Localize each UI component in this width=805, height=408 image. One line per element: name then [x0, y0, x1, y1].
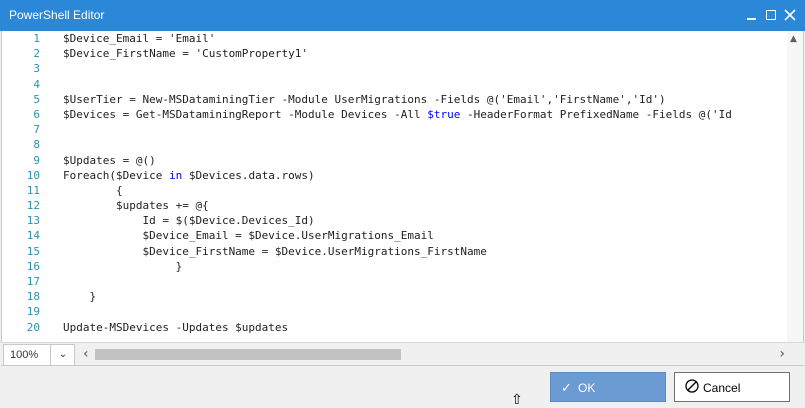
code-line: $Device_Email = $Device.UserMigrations_E…: [63, 229, 434, 243]
code-line: $Updates = @(): [63, 153, 156, 167]
code-line: Id = $($Device.Devices_Id): [63, 214, 315, 228]
mouse-cursor-icon: ⇧: [511, 392, 523, 408]
maximize-button[interactable]: [765, 6, 779, 24]
scroll-up-icon[interactable]: ▲: [790, 34, 797, 44]
code-line: $Device_FirstName = $Device.UserMigratio…: [63, 244, 487, 258]
scroll-left-icon[interactable]: ‹: [83, 346, 89, 363]
code-line: $updates += @{: [63, 199, 209, 213]
line-number: 17: [26, 275, 40, 288]
code-line: Update-MSDevices -Updates $updates: [63, 320, 289, 334]
maximize-icon: [766, 10, 776, 20]
line-number: 2: [33, 47, 40, 61]
line-number: 7: [33, 123, 40, 137]
ok-button[interactable]: ✓ OK: [550, 372, 666, 402]
line-number: 4: [33, 77, 40, 91]
minimize-button[interactable]: [745, 6, 759, 24]
scroll-right-icon[interactable]: ›: [779, 346, 785, 363]
minimize-icon: [747, 18, 756, 20]
code-line: }: [63, 259, 183, 273]
code-area[interactable]: $Device_Email = 'Email' $Device_FirstName…: [63, 31, 791, 342]
chevron-down-icon[interactable]: ⌄: [50, 345, 75, 365]
code-line: $Device_Email = 'Email': [63, 32, 216, 45]
cancel-button[interactable]: Cancel: [674, 372, 790, 402]
zoom-select[interactable]: 100% ⌄: [3, 344, 75, 366]
vertical-scrollbar[interactable]: ▲: [787, 31, 803, 342]
ok-button-label: OK: [578, 381, 596, 395]
line-number: 18: [26, 290, 40, 304]
editor-statusbar: 100% ⌄ ‹ ›: [1, 342, 804, 366]
horizontal-scroll-thumb[interactable]: [95, 349, 401, 360]
zoom-value: 100%: [10, 349, 39, 361]
check-icon: ✓: [561, 380, 572, 395]
code-line: $Device_FirstName = 'CustomProperty1': [63, 47, 309, 61]
cancel-button-label: Cancel: [703, 381, 741, 395]
code-editor[interactable]: 1 2 3 4 5 6 7 8 9 10 11 12 13 14 15 16 17 18 19 20 $Device_…: [1, 31, 804, 342]
code-line: }: [63, 290, 97, 304]
dialog-footer: ✓ OK Cancel: [0, 366, 805, 408]
line-number: 10: [26, 168, 40, 182]
line-number: 8: [33, 138, 40, 152]
line-number-gutter: 1 2 3 4 5 6 7 8 9 10 11 12 13 14 15 16 17 18 19 20: [2, 31, 42, 342]
code-line: {: [63, 183, 123, 197]
line-number: 13: [26, 214, 40, 228]
line-number: 20: [26, 320, 40, 334]
line-number: 19: [26, 305, 40, 319]
line-number: 14: [26, 229, 40, 243]
line-number: 11: [26, 183, 40, 197]
code-line: Foreach($Device in $Devices.data.rows): [63, 168, 315, 182]
window-title: PowerShell Editor: [9, 8, 105, 22]
line-number: 6: [33, 107, 40, 121]
line-number: 9: [33, 153, 40, 167]
line-number: 12: [26, 199, 40, 213]
line-number: 1: [33, 32, 40, 45]
line-number: 15: [26, 244, 40, 258]
line-number: 16: [26, 259, 40, 273]
close-icon: [784, 9, 796, 21]
close-button[interactable]: [783, 6, 797, 24]
code-line: $Devices = Get-MSDataminingReport -Modul…: [63, 107, 732, 121]
line-number: 5: [33, 92, 40, 106]
cancel-icon: [685, 379, 699, 393]
line-number: 3: [33, 62, 40, 76]
horizontal-scrollbar[interactable]: ‹ ›: [79, 346, 789, 363]
code-line: $UserTier = New-MSDataminingTier -Module…: [63, 92, 666, 106]
title-bar: PowerShell Editor: [0, 0, 805, 31]
